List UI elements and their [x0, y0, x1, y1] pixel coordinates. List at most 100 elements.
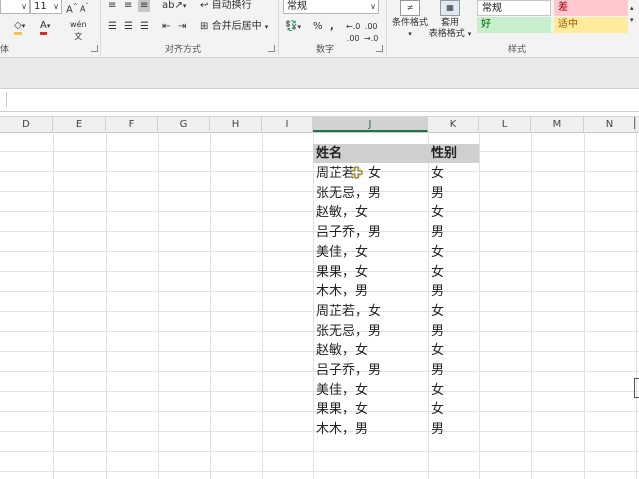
style-bad-label: 差	[558, 2, 568, 13]
scrollbar-edge[interactable]	[634, 117, 639, 129]
gender-cell[interactable]: 男	[431, 322, 444, 342]
font-color-button[interactable]: A▾	[40, 20, 50, 35]
gender-cell[interactable]: 女	[431, 263, 444, 283]
name-cell[interactable]: 周芷若，女	[316, 302, 381, 322]
font-dialog-launcher-icon[interactable]	[91, 45, 98, 52]
name-cell[interactable]: 木木，男	[316, 420, 368, 440]
wrap-text-button[interactable]: ↩ 自动换行	[200, 0, 252, 12]
format-as-table-button[interactable]: ▦ 套用 表格格式 ▾	[428, 0, 472, 40]
merge-center-button[interactable]: ⊞ 合并后居中 ▾	[200, 21, 268, 33]
name-cell[interactable]: 木木，男	[316, 282, 368, 302]
name-cell[interactable]: 赵敏，女	[316, 341, 368, 361]
table-format-icon: ▦	[440, 0, 460, 16]
styles-scroll-button[interactable]: ▴ ▾	[630, 2, 634, 26]
gender-cell[interactable]: 女	[431, 203, 444, 223]
formula-input[interactable]	[6, 92, 639, 107]
font-name-dropdown[interactable]: ∨	[0, 0, 30, 14]
chevron-down-icon: ▾	[46, 22, 51, 30]
gender-cell[interactable]: 女	[431, 381, 444, 401]
align-center-icon: ☰	[124, 21, 133, 32]
decrease-decimal-button[interactable]: .00 →.0	[364, 21, 378, 45]
header-cell-name[interactable]: 姓名	[316, 144, 342, 164]
alignment-dialog-launcher-icon[interactable]	[268, 45, 275, 52]
ribbon: ∨ 11 ∨ A^ Aˇ ◇▾ A▾ wén 文 体 ≡ ≡ ≡ ab↗▾ ↩ 自…	[0, 0, 639, 58]
gender-cell[interactable]: 男	[431, 223, 444, 243]
cell-select-cursor-icon	[350, 166, 363, 179]
wrap-text-label: 自动换行	[211, 0, 252, 11]
align-top-icon: ≡	[108, 0, 117, 11]
gender-cell[interactable]: 男	[431, 361, 444, 381]
decrease-indent-button[interactable]: ⇤	[162, 21, 170, 33]
column-header[interactable]: I	[262, 117, 313, 132]
style-good[interactable]: 好	[477, 17, 551, 33]
phonetic-button[interactable]: wén 文	[70, 19, 87, 43]
font-size-dropdown[interactable]: 11 ∨	[30, 0, 62, 14]
name-cell[interactable]: 赵敏，女	[316, 203, 368, 223]
font-shrink-button[interactable]: Aˇ	[80, 1, 88, 16]
name-cell[interactable]: 周芷若，女	[316, 164, 381, 184]
fill-color-button[interactable]: ◇▾	[14, 20, 25, 35]
name-cell[interactable]: 美佳，女	[316, 243, 368, 263]
comma-style-button[interactable]: ,	[330, 21, 334, 33]
decrease-indent-icon: ⇤	[162, 21, 171, 32]
gender-cell[interactable]: 女	[431, 341, 444, 361]
divider	[386, 0, 387, 56]
chevron-down-icon: ∨	[53, 2, 59, 11]
percent-button[interactable]: %	[313, 21, 323, 33]
increase-decimal-button[interactable]: ←.0.00	[346, 21, 360, 45]
number-dialog-launcher-icon[interactable]	[376, 45, 383, 52]
gridline	[210, 132, 211, 479]
number-format-dropdown[interactable]: 常规 ∨	[283, 0, 379, 14]
number-group-label: 数字	[316, 45, 335, 55]
style-bad[interactable]: 差	[554, 0, 628, 16]
align-middle-button[interactable]: ≡	[124, 0, 132, 12]
column-header[interactable]: L	[479, 117, 531, 132]
style-normal[interactable]: 常规	[477, 0, 551, 16]
column-header[interactable]: N	[584, 117, 636, 132]
align-left-button[interactable]: ☰	[108, 21, 117, 33]
gender-cell[interactable]: 女	[431, 302, 444, 322]
name-cell[interactable]: 吕子乔，男	[316, 223, 381, 243]
column-header[interactable]: D	[0, 117, 53, 132]
gender-cell[interactable]: 男	[431, 184, 444, 204]
text-orientation-icon: ab↗	[162, 0, 183, 11]
column-header-active[interactable]: J	[313, 117, 428, 132]
scrollbar-marker[interactable]	[634, 378, 639, 398]
column-header[interactable]: M	[531, 117, 584, 132]
column-header[interactable]: K	[428, 117, 479, 132]
orientation-button[interactable]: ab↗▾	[162, 0, 186, 12]
style-good-label: 好	[481, 19, 491, 30]
chevron-down-icon: ▾	[630, 16, 634, 24]
chevron-down-icon: ∨	[21, 2, 27, 11]
chevron-down-icon: ▾	[182, 2, 187, 10]
align-center-button[interactable]: ☰	[124, 21, 133, 33]
gender-cell[interactable]: 女	[431, 164, 444, 184]
column-header[interactable]: E	[53, 117, 106, 132]
align-bottom-button[interactable]: ≡	[138, 0, 151, 12]
comma-label: ,	[330, 21, 334, 32]
style-neutral[interactable]: 适中	[554, 17, 628, 33]
column-header[interactable]: F	[106, 117, 158, 132]
header-cell-gender[interactable]: 性别	[431, 144, 457, 164]
align-top-button[interactable]: ≡	[108, 0, 116, 12]
gender-cell[interactable]: 男	[431, 420, 444, 440]
column-header[interactable]: H	[210, 117, 262, 132]
name-cell[interactable]: 张无忌，男	[316, 184, 381, 204]
gender-cell[interactable]: 女	[431, 400, 444, 420]
increase-indent-button[interactable]: ⇥	[178, 21, 186, 33]
gender-cell[interactable]: 女	[431, 243, 444, 263]
column-header[interactable]: G	[158, 117, 210, 132]
conditional-formatting-button[interactable]: ≠ 条件格式 ▾	[390, 0, 430, 40]
font-grow-button[interactable]: A^	[66, 1, 78, 16]
name-cell[interactable]: 美佳，女	[316, 381, 368, 401]
align-right-icon: ☰	[140, 21, 149, 32]
chevron-down-icon: ▾	[297, 23, 301, 31]
name-cell[interactable]: 果果，女	[316, 263, 368, 283]
gender-cell[interactable]: 男	[431, 282, 444, 302]
name-cell[interactable]: 张无忌，男	[316, 322, 381, 342]
name-cell[interactable]: 果果，女	[316, 400, 368, 420]
align-right-button[interactable]: ☰	[140, 21, 149, 33]
accounting-format-button[interactable]: 💱▾	[285, 21, 301, 33]
name-cell[interactable]: 吕子乔，男	[316, 361, 381, 381]
align-bottom-icon: ≡	[140, 0, 149, 11]
